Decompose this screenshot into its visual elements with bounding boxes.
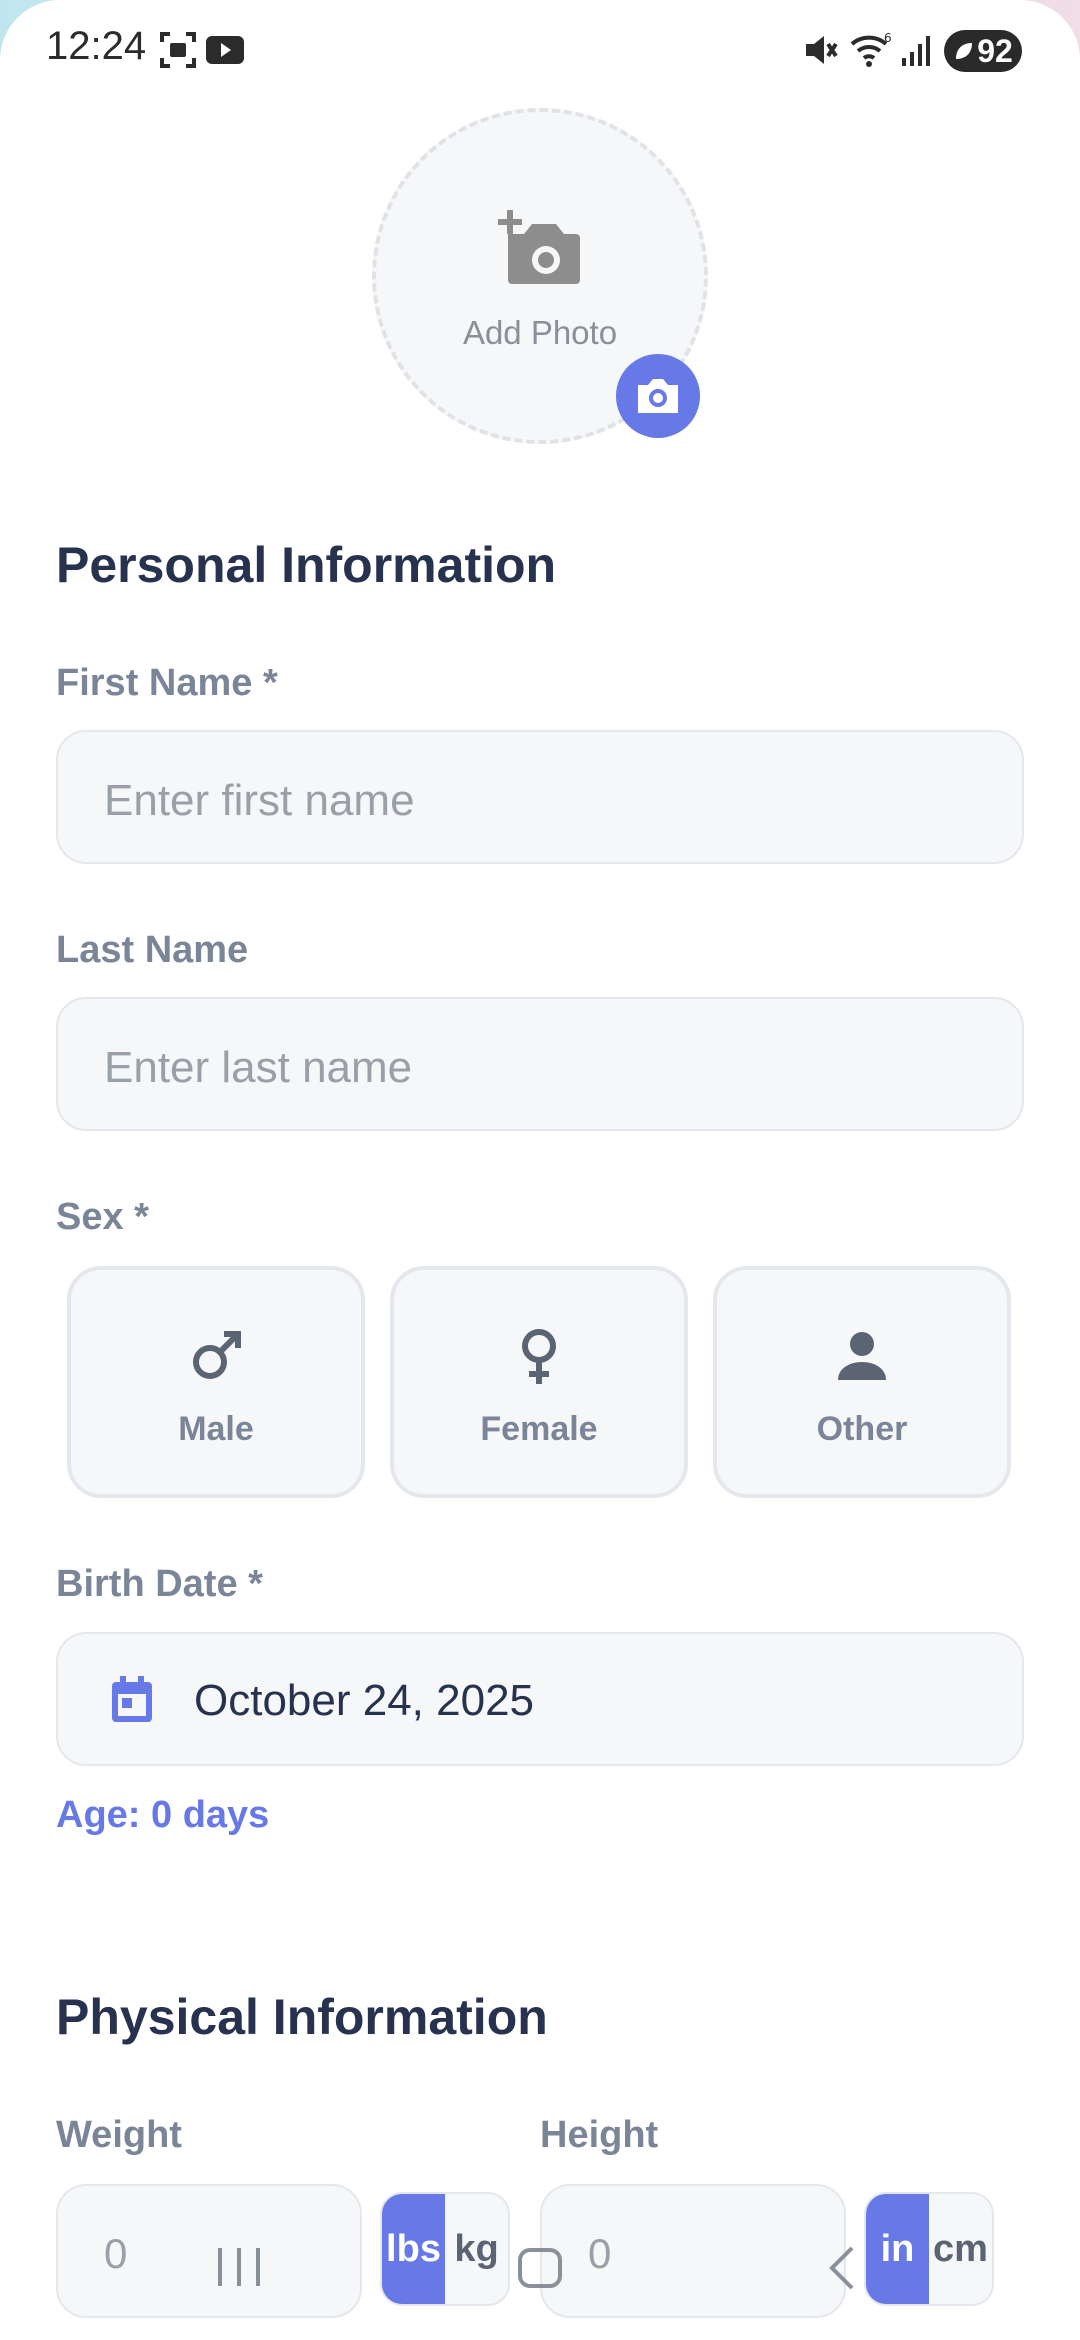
add-a-photo-icon [498,208,590,293]
unit-cm[interactable]: cm [929,2194,992,2304]
screenshot-icon [158,30,198,75]
birth-date-label: Birth Date * [56,1563,263,1605]
birth-date-picker[interactable]: October 24, 2025 [56,1632,1024,1766]
recent-apps-button[interactable] [214,2244,264,2295]
weight-label: Weight [56,2114,182,2156]
unit-in[interactable]: in [866,2194,929,2304]
male-label: Male [178,1410,254,1448]
height-label: Height [540,2114,659,2156]
birth-date-value: October 24, 2025 [194,1676,535,1725]
camera-icon [638,379,678,413]
weight-input[interactable]: 0 [56,2184,362,2318]
last-name-placeholder: Enter last name [104,1043,413,1092]
leaf-icon [956,43,973,59]
sex-option-female[interactable]: Female [390,1266,688,1498]
calendar-icon [108,1674,156,1731]
status-bar: 12:24 6 92 [0,0,1080,100]
weight-value: 0 [104,2230,128,2277]
youtube-icon [204,30,246,75]
weight-unit-toggle: lbs kg [380,2192,510,2306]
signal-icon [900,30,936,75]
height-unit-toggle: in cm [864,2192,994,2306]
battery-indicator: 92 [944,30,1022,72]
personal-info-title: Personal Information [56,537,557,593]
female-icon [394,1326,684,1386]
mute-icon [800,30,840,75]
last-name-label: Last Name [56,929,249,971]
first-name-input[interactable]: Enter first name [56,730,1024,864]
sex-option-male[interactable]: Male [67,1266,365,1498]
wifi-icon: 6 [848,30,894,75]
unit-lbs[interactable]: lbs [382,2194,445,2304]
person-icon [717,1326,1007,1386]
add-photo-label: Add Photo [462,314,618,351]
app-screen: 12:24 6 92 Add Photo Personal Informatio… [0,0,1080,2340]
last-name-input[interactable]: Enter last name [56,997,1024,1131]
unit-kg[interactable]: kg [445,2194,508,2304]
battery-level: 92 [977,32,1013,69]
height-value: 0 [588,2230,612,2277]
first-name-label: First Name * [56,662,278,704]
home-button[interactable] [516,2246,564,2295]
male-icon [71,1326,361,1386]
physical-info-title: Physical Information [56,1989,548,2045]
female-label: Female [480,1410,598,1448]
height-input[interactable]: 0 [540,2184,846,2318]
svg-text:6: 6 [884,31,892,45]
status-time: 12:24 [46,24,147,68]
other-label: Other [816,1410,908,1448]
sex-option-other[interactable]: Other [713,1266,1011,1498]
camera-button[interactable] [616,354,700,438]
first-name-placeholder: Enter first name [104,776,415,825]
age-text: Age: 0 days [56,1794,270,1836]
sex-label: Sex * [56,1196,149,1238]
back-button[interactable] [824,2244,860,2297]
